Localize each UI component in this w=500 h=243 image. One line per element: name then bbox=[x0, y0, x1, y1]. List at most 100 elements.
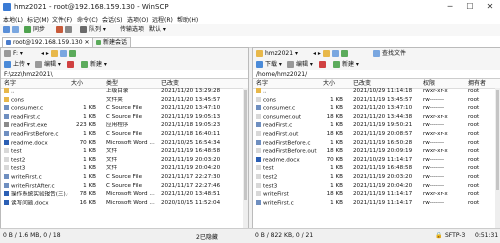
col-type[interactable]: 类型 bbox=[106, 79, 118, 88]
remote-dir-select[interactable]: hmz2021 ▾ bbox=[256, 49, 298, 59]
file-row[interactable]: readme.docx 70 KB 2021/10/29 11:14:17 rw---… bbox=[253, 156, 500, 164]
delete-icon bbox=[67, 61, 74, 68]
file-row[interactable]: writeFirst 18 KB 2021/11/19 11:14:17 rwxr-x… bbox=[253, 191, 500, 198]
sync-button[interactable]: 同步 bbox=[24, 25, 45, 35]
local-edit-button[interactable]: 编辑 ▾ bbox=[35, 60, 61, 70]
cell-text: 读写问题.docx bbox=[11, 200, 49, 207]
col-owner[interactable]: 拥有者 bbox=[468, 79, 486, 88]
remote-path[interactable]: /home/hmz2021/ bbox=[253, 70, 500, 79]
local-upload-button[interactable]: 上传 ▾ bbox=[4, 60, 30, 70]
home-icon[interactable] bbox=[331, 50, 339, 57]
file-row[interactable]: 操作系统实验报告(三).docx 78 KB Microsoft Word ... 2… bbox=[1, 191, 248, 198]
file-row[interactable]: consumer.c 1 KB 2021/11/20 13:47:10 rw-----… bbox=[253, 105, 500, 112]
cell-text: 2021/11/19 20:03:20 bbox=[161, 156, 221, 163]
close-button[interactable]: ✕ bbox=[480, 0, 500, 14]
file-row[interactable]: test 1 KB 文件 2021/11/19 16:48:58 bbox=[1, 148, 248, 155]
file-row[interactable]: test2 1 KB 文件 2021/11/19 20:03:20 bbox=[1, 156, 248, 164]
new-session-tab[interactable]: 新建会话 bbox=[92, 37, 132, 47]
file-row[interactable]: writeFirst.c 1 KB 2021/11/19 11:14:17 rw---… bbox=[253, 199, 500, 207]
file-row[interactable]: cons 文件夹 2021/11/20 13:45:57 bbox=[1, 96, 248, 104]
scroll-thumb[interactable] bbox=[244, 90, 247, 200]
file-row[interactable]: cons 1 KB 2021/11/19 13:45:57 rw------- root bbox=[253, 96, 500, 104]
cell-text: rw------- bbox=[423, 182, 445, 189]
menu-local[interactable]: 本地(L) bbox=[3, 15, 23, 24]
file-row[interactable]: readFirst.out 18 KB 2021/11/19 20:08:57 rwx… bbox=[253, 131, 500, 138]
col-modified[interactable]: 已改变 bbox=[353, 79, 371, 88]
remote-download-button[interactable]: 下载 ▾ bbox=[256, 60, 282, 70]
parent-folder-icon[interactable] bbox=[50, 50, 58, 57]
minimize-button[interactable]: ─ bbox=[440, 0, 460, 14]
home-icon[interactable] bbox=[59, 50, 67, 57]
col-modified[interactable]: 已改变 bbox=[161, 79, 179, 88]
file-row[interactable]: writeFirst.c 1 KB C Source File 2021/11/17 … bbox=[1, 174, 248, 181]
file-row[interactable]: readFirstBefore.out 18 KB 2021/11/19 20:09… bbox=[253, 148, 500, 155]
cell-text: C Source File bbox=[106, 182, 143, 189]
file-row[interactable]: test2 1 KB 2021/11/19 20:03:20 rw------- roo… bbox=[253, 174, 500, 181]
local-delete-button[interactable] bbox=[67, 60, 76, 70]
winscp-icon bbox=[3, 3, 11, 11]
menu-mark[interactable]: 标记(M) bbox=[27, 15, 49, 24]
scroll-thumb[interactable] bbox=[496, 90, 499, 190]
maximize-button[interactable]: ☐ bbox=[460, 0, 480, 14]
col-name[interactable]: 名字 bbox=[4, 79, 16, 88]
cell-text: 上级目录 bbox=[106, 88, 129, 94]
refresh-icon[interactable] bbox=[340, 50, 348, 57]
local-new-button[interactable]: 新建 ▾ bbox=[81, 60, 107, 70]
col-name[interactable]: 名字 bbox=[256, 79, 268, 88]
menu-session[interactable]: 会话(S) bbox=[102, 15, 123, 24]
local-scrollbar[interactable] bbox=[243, 88, 248, 229]
file-row[interactable]: readFirst.c 1 KB 2021/11/19 19:50:21 rw----… bbox=[253, 122, 500, 129]
find-files-button[interactable]: 查找文件 bbox=[373, 49, 406, 59]
menu-command[interactable]: 命令(C) bbox=[77, 15, 98, 24]
file-row[interactable]: readFirstBefore.c 1 KB C Source File 2021/1… bbox=[1, 131, 248, 138]
file-row[interactable]: consumer.c 1 KB C Source File 2021/11/20 13… bbox=[1, 105, 248, 112]
file-row[interactable]: .. 2021/10/29 11:14:18 rwxr-xr-x root bbox=[253, 88, 500, 95]
cell-owner: root bbox=[468, 174, 494, 181]
remote-scrollbar[interactable] bbox=[495, 88, 500, 229]
file-icon bbox=[4, 156, 9, 162]
file-row[interactable]: readme.docx 70 KB Microsoft Word ... 2021/1… bbox=[1, 139, 248, 147]
console-icon[interactable] bbox=[56, 26, 63, 33]
file-row[interactable]: readFirstBefore.c 1 KB 2021/11/19 16:50:28… bbox=[253, 139, 500, 147]
remote-edit-button[interactable]: 编辑 ▾ bbox=[287, 60, 313, 70]
cell-text: 18 KB bbox=[326, 113, 343, 120]
sync-browse-icon[interactable] bbox=[12, 26, 19, 33]
cell-date: 2020/10/15 11:52:04 bbox=[161, 200, 241, 207]
remote-new-button[interactable]: 新建 ▾ bbox=[333, 60, 359, 70]
file-row[interactable]: test3 1 KB 2021/11/19 20:04:20 rw------- roo… bbox=[253, 182, 500, 190]
col-size[interactable]: 大小 bbox=[323, 79, 335, 88]
queue-button[interactable]: 队列 ▾ bbox=[80, 25, 106, 35]
local-drive-select[interactable]: F: ▾ bbox=[4, 49, 23, 59]
parent-folder-icon[interactable] bbox=[322, 50, 330, 57]
remote-delete-button[interactable] bbox=[319, 60, 328, 70]
file-row[interactable]: test3 1 KB 文件 2021/11/19 20:04:20 bbox=[1, 165, 248, 172]
session-tab[interactable]: root@192.168.159.130 ✕ bbox=[2, 37, 94, 47]
cell-text: cons bbox=[11, 97, 24, 104]
file-row[interactable]: test 1 KB 2021/11/19 16:48:58 rw------- root bbox=[253, 165, 500, 172]
cell-date: 2021/11/19 16:50:28 bbox=[353, 140, 421, 147]
refresh-icon[interactable] bbox=[68, 50, 76, 57]
cell-name: readFirstBefore.out bbox=[256, 148, 318, 156]
menu-help[interactable]: 帮助(H) bbox=[177, 15, 198, 24]
file-row[interactable]: readFirst.c 1 KB C Source File 2021/11/19 1… bbox=[1, 113, 248, 121]
cell-size: 1 KB bbox=[68, 157, 96, 164]
menu-options[interactable]: 选项(O) bbox=[127, 15, 148, 24]
file-icon bbox=[256, 148, 261, 154]
col-permissions[interactable]: 权限 bbox=[423, 79, 435, 88]
file-row[interactable]: writeFirstAfter.c 1 KB C Source File 2021/1… bbox=[1, 182, 248, 190]
local-path[interactable]: F:\zzz\hmz2021\ bbox=[1, 70, 248, 79]
menu-remote[interactable]: 远程(R) bbox=[152, 15, 173, 24]
compare-icon[interactable] bbox=[3, 26, 10, 33]
cell-date: 2021/11/17 22:27:46 bbox=[161, 183, 241, 190]
cell-text: 2021/11/17 22:27:30 bbox=[161, 174, 221, 180]
file-row[interactable]: readFirst.exe 223 KB 应用程序 2021/11/18 19:05:… bbox=[1, 122, 248, 129]
file-row[interactable]: .. 上级目录 2021/11/20 13:29:28 bbox=[1, 88, 248, 95]
terminal-icon[interactable] bbox=[65, 26, 72, 33]
transfer-options[interactable]: 传输选项 默认 ▾ bbox=[120, 25, 166, 35]
file-row[interactable]: 读写问题.docx 16 KB Microsoft Word ... 2020/10/… bbox=[1, 199, 248, 207]
file-row[interactable]: consumer.out 18 KB 2021/11/20 13:44:38 rwxr… bbox=[253, 113, 500, 121]
transfer-select[interactable]: 默认 bbox=[149, 26, 161, 33]
menu-file[interactable]: 文件(F) bbox=[52, 15, 72, 24]
col-size[interactable]: 大小 bbox=[71, 79, 83, 88]
cell-size: 1 KB bbox=[315, 174, 343, 181]
